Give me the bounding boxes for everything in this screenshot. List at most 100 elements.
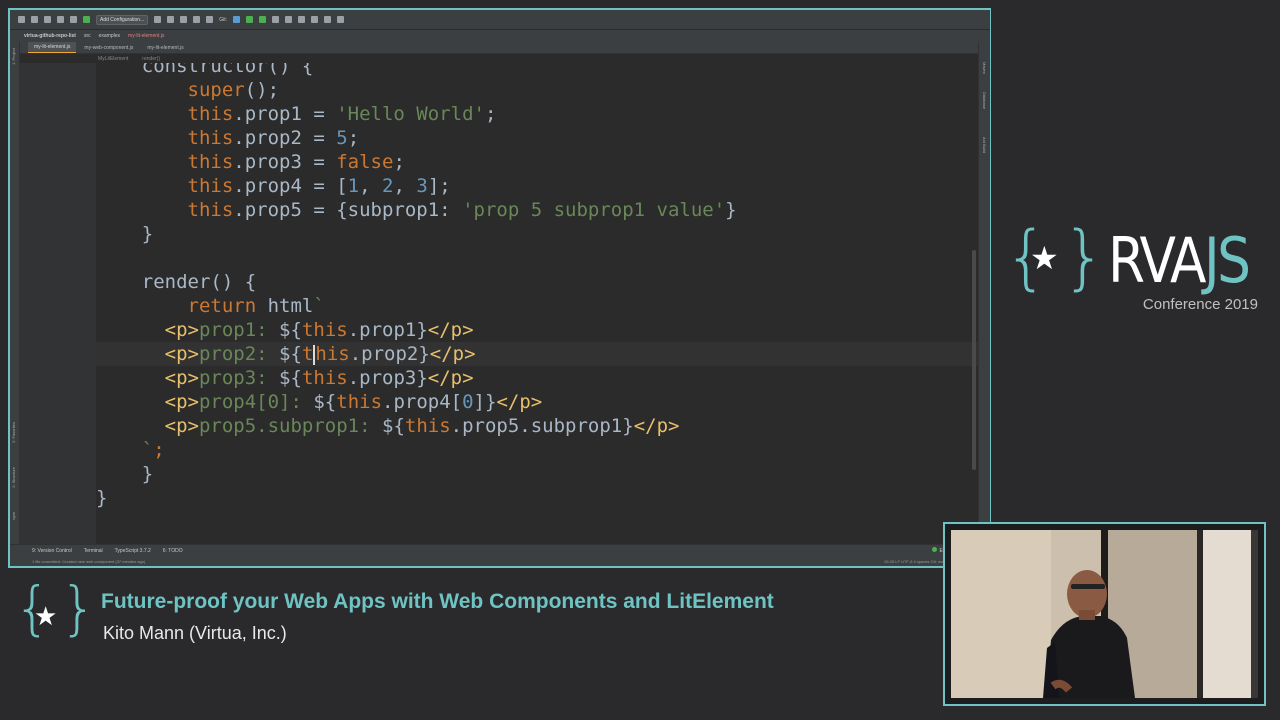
code-text: this.prop2 = 5; [96,126,360,150]
history-icon[interactable] [271,16,279,23]
sync-icon[interactable] [44,16,51,23]
code-line[interactable]: 22 [96,246,978,270]
breadcrumb-file[interactable]: my-lit-element.js [128,33,164,39]
code-line[interactable]: 33 [96,510,978,534]
ant-build-panel-button[interactable]: Ant Build [982,137,987,153]
code-line[interactable]: 30 `; [96,438,978,462]
ide-window: Add Configuration... Git: virtua-github-… [10,10,990,566]
code-token: } [725,199,737,221]
code-line[interactable]: 14 constructor() { [96,63,978,78]
stop-icon[interactable] [206,16,214,23]
tab-my-web-component[interactable]: my-web-component.js [78,43,140,53]
code-line[interactable]: 29 <p>prop5.subprop1: ${this.prop5.subpr… [96,414,978,438]
editor-tabs: my-lit-element.js my-web-component.js my… [10,42,990,54]
run-icon[interactable] [154,16,162,23]
git-commit-icon[interactable] [245,16,253,23]
code-token: 'prop 5 subprop1 value' [462,199,726,221]
git-update-icon[interactable] [232,16,240,23]
code-text: <p>prop3: ${this.prop3}</p> [96,366,474,390]
code-token: 2 [382,175,394,197]
code-token: <p> [164,415,199,437]
code-text: <p>prop4[0]: ${this.prop4[0]}</p> [96,390,543,414]
forward-arrow-icon[interactable] [70,16,77,23]
code-token: </p> [496,391,543,413]
code-token: </p> [429,343,476,365]
code-token: ` [313,295,325,317]
code-token: this [404,415,451,437]
save-icon[interactable] [31,16,38,23]
todo-tab[interactable]: 6: TODO [163,548,183,554]
code-line[interactable]: 17 this.prop2 = 5; [96,126,978,150]
code-token: <p> [164,319,199,341]
status-bar: 1 file committed: Created new web compon… [10,556,990,566]
npm-panel-button[interactable]: npm [11,512,16,520]
code-token: html [256,295,314,317]
breadcrumb-project[interactable]: virtua-github-repo-list [24,33,76,39]
structure-breadcrumb: MyLitElement render() [10,54,990,63]
code-line[interactable]: 19 this.prop4 = [1, 2, 3]; [96,174,978,198]
debug-icon[interactable] [167,16,175,23]
star-icon: ★ [1030,240,1059,276]
code-token: his [315,343,350,365]
code-line[interactable]: 28 <p>prop4[0]: ${this.prop4[0]}</p> [96,390,978,414]
git-push-icon[interactable] [258,16,266,23]
code-line[interactable]: 25 <p>prop1: ${this.prop1}</p> [96,318,978,342]
code-line[interactable]: 26 <p>prop2: ${this.prop2}</p> [96,342,978,366]
plugin-icon[interactable] [336,16,344,23]
logo-subtitle: Conference 2019 [1142,296,1258,313]
settings-wrench-icon[interactable] [297,16,305,23]
build-hammer-icon[interactable] [83,16,90,23]
code-line[interactable]: 20 this.prop5 = {subprop1: 'prop 5 subpr… [96,198,978,222]
typescript-tab[interactable]: TypeScript 3.7.2 [115,548,151,554]
coverage-icon[interactable] [180,16,188,23]
breadcrumb-examples[interactable]: examples [99,33,120,39]
add-configuration-button[interactable]: Add Configuration... [96,14,149,25]
code-token: } [96,463,154,485]
terminal-tab[interactable]: Terminal [84,548,103,554]
structure-panel-button[interactable]: 2: Structure [11,467,16,488]
code-token: return [187,295,257,317]
tab-my-lit-element-2[interactable]: my-lit-element.js [141,43,190,53]
database-panel-button[interactable]: Database [982,92,987,109]
code-token: ; [153,439,165,461]
code-line[interactable]: 24 return html` [96,294,978,318]
open-folder-icon[interactable] [18,16,25,23]
crumb-method[interactable]: render() [142,56,160,62]
maven-panel-button[interactable]: Maven [982,62,987,74]
project-structure-icon[interactable] [310,16,318,23]
code-line[interactable]: 21 } [96,222,978,246]
breadcrumb-src[interactable]: src [84,33,91,39]
code-token: .prop3} [347,367,428,389]
code-line[interactable]: 16 this.prop1 = 'Hello World'; [96,102,978,126]
project-panel-button[interactable]: 1: Project [11,48,16,65]
version-control-tab[interactable]: 9: Version Control [32,548,72,554]
tab-my-lit-element[interactable]: my-lit-element.js [28,42,77,53]
code-line[interactable]: 23 render() { [96,270,978,294]
code-line[interactable]: 31 } [96,462,978,486]
code-token: 1 [347,175,360,197]
search-icon[interactable] [323,16,331,23]
code-line[interactable]: 15 super(); [96,78,978,102]
code-token: .prop2} [349,343,430,365]
code-token: prop3: [198,367,280,389]
git-label: Git: [219,16,227,23]
code-token: ]} [473,391,497,413]
code-token: </p> [427,319,474,341]
code-text: } [96,462,153,486]
code-token: this [187,175,234,197]
code-token: this [336,391,383,413]
code-token: constructor() { [96,63,314,77]
rollback-icon[interactable] [284,16,292,23]
profile-icon[interactable] [193,16,201,23]
back-arrow-icon[interactable] [57,16,64,23]
code-line[interactable]: 32} [96,486,978,510]
code-text: this.prop1 = 'Hello World'; [96,102,497,126]
editor-scrollbar[interactable] [972,250,976,470]
code-editor[interactable]: 14 constructor() {15 super();16 this.pro… [96,63,978,544]
code-line[interactable]: 27 <p>prop3: ${this.prop3}</p> [96,366,978,390]
favorites-panel-button[interactable]: 2: Favorites [11,422,16,443]
code-line[interactable]: 18 this.prop3 = false; [96,150,978,174]
crumb-class[interactable]: MyLitElement [98,56,128,62]
code-token: } [96,223,154,245]
